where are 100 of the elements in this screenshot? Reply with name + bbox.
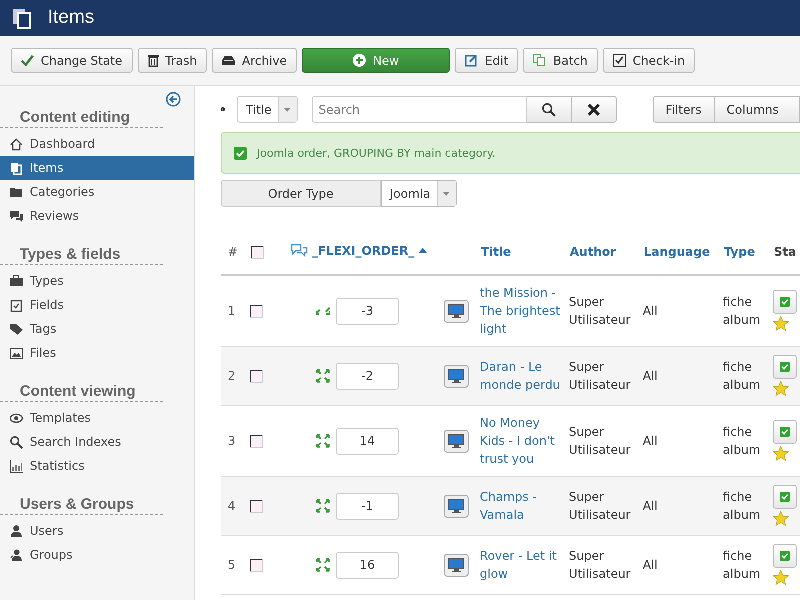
inbox-icon <box>222 56 236 65</box>
search-field[interactable]: Search <box>312 96 527 123</box>
search-button[interactable] <box>526 96 572 123</box>
sidebar-item[interactable]: Templates <box>0 406 194 430</box>
column-header[interactable]: Type <box>723 230 774 275</box>
star-icon[interactable] <box>773 511 790 527</box>
toolbar-button[interactable]: Change State <box>11 48 133 73</box>
move-icon[interactable] <box>316 499 330 513</box>
publish-toggle[interactable] <box>773 420 798 444</box>
row-number: 2 <box>221 346 250 406</box>
close-icon <box>588 104 600 116</box>
row-checkbox[interactable] <box>250 434 263 448</box>
folder-icon <box>10 186 23 198</box>
toolbar-button[interactable]: Check-in <box>602 48 696 73</box>
order-field[interactable]: -1 <box>336 492 399 520</box>
star-icon[interactable] <box>773 381 790 397</box>
toolbar-button[interactable]: Archive <box>212 48 298 73</box>
clear-button[interactable] <box>572 96 617 123</box>
monitor-icon[interactable] <box>444 300 469 322</box>
toolbar-button[interactable]: New <box>302 48 450 73</box>
checkbox-icon <box>780 425 790 439</box>
toolbar-button[interactable]: Trash <box>138 48 208 73</box>
row-checkbox[interactable] <box>250 500 263 512</box>
sidebar-item[interactable]: Search Indexes <box>0 430 194 454</box>
edit-icon <box>465 54 478 67</box>
filter-button[interactable]: Filters <box>652 96 715 123</box>
sidebar-item[interactable]: Categories <box>0 180 194 204</box>
row-checkbox[interactable] <box>250 304 263 318</box>
order-field[interactable]: 14 <box>336 428 399 454</box>
copy-icon <box>12 8 32 28</box>
sidebar-item[interactable]: Reviews <box>0 204 194 228</box>
checkmark-icon <box>21 55 34 66</box>
sidebar-heading: Content viewing <box>0 383 163 402</box>
sidebar-item[interactable]: Users <box>0 519 194 543</box>
order-field[interactable]: 16 <box>336 552 399 578</box>
type-cell: fiche album <box>723 476 774 536</box>
order-type-select[interactable]: Joomla <box>381 180 457 207</box>
monitor-icon[interactable] <box>444 494 469 518</box>
item-title-link[interactable]: Champs - Vamala <box>480 476 570 536</box>
order-column-header[interactable]: _FLEXI_ORDER_ <box>291 244 427 258</box>
sidebar-item[interactable]: Tags <box>0 317 194 341</box>
publish-toggle[interactable] <box>773 485 798 509</box>
arrows-icon[interactable] <box>316 307 330 315</box>
order-field[interactable]: -3 <box>336 298 399 324</box>
column-header[interactable]: Author <box>569 230 644 275</box>
chart-icon <box>10 460 23 472</box>
home-icon <box>10 138 23 150</box>
language-cell: All <box>643 476 724 536</box>
author-cell: Super Utilisateur <box>569 346 644 406</box>
column-header[interactable]: Sta <box>773 230 800 275</box>
column-header[interactable]: Language <box>643 230 724 275</box>
star-icon[interactable] <box>773 446 790 462</box>
users-icon <box>10 548 23 562</box>
checkbox-icon <box>780 295 790 309</box>
item-title-link[interactable]: Daran - Le monde perdu <box>480 346 570 406</box>
filter-button[interactable]: Columns <box>714 96 800 123</box>
plus-circle-icon <box>353 54 366 67</box>
row-checkbox[interactable] <box>250 370 263 382</box>
move-icon[interactable] <box>316 558 330 572</box>
sidebar-item[interactable]: Types <box>0 269 194 293</box>
sidebar-heading: Users & Groups <box>0 496 163 515</box>
clipboard-icon <box>10 298 23 312</box>
sidebar-item[interactable]: Groups <box>0 543 194 567</box>
sidebar-item[interactable]: Items <box>0 156 194 180</box>
select-all-checkbox[interactable] <box>251 246 264 258</box>
toolbar-button[interactable]: Batch <box>523 48 598 73</box>
copy-icon <box>533 54 546 67</box>
star-icon[interactable] <box>773 570 790 586</box>
move-icon[interactable] <box>316 434 330 448</box>
move-icon[interactable] <box>316 369 330 383</box>
sidebar-item[interactable]: Dashboard <box>0 132 194 156</box>
language-cell: All <box>643 346 724 406</box>
checkbox-icon <box>780 360 790 374</box>
sidebar-item[interactable]: Fields <box>0 293 194 317</box>
comments-icon <box>291 244 308 258</box>
monitor-icon[interactable] <box>444 430 469 452</box>
sidebar-item[interactable]: Statistics <box>0 454 194 478</box>
publish-toggle[interactable] <box>773 544 798 568</box>
toolbar-button[interactable]: Edit <box>455 48 518 73</box>
publish-toggle[interactable] <box>773 355 798 379</box>
checkbox-icon <box>612 54 626 67</box>
alert-text: Joomla order, GROUPING BY main category. <box>257 146 496 160</box>
monitor-icon[interactable] <box>444 364 469 388</box>
type-cell: fiche album <box>723 346 774 406</box>
star-icon[interactable] <box>773 316 790 332</box>
order-field[interactable]: -2 <box>336 362 399 390</box>
monitor-icon[interactable] <box>444 554 469 576</box>
sidebar-item[interactable]: Files <box>0 341 194 365</box>
row-checkbox[interactable] <box>250 558 263 572</box>
checkbox-icon <box>780 549 790 563</box>
publish-toggle[interactable] <box>773 290 798 314</box>
sidebar-heading: Content editing <box>0 109 163 128</box>
row-number: 4 <box>221 476 250 536</box>
search-in-select[interactable]: Title <box>237 96 298 123</box>
comments-icon <box>10 210 23 222</box>
item-title-link[interactable]: Rover - Let it glow <box>480 536 570 594</box>
column-header[interactable]: Title <box>480 230 570 275</box>
user-icon <box>10 524 23 538</box>
checkbox-icon <box>780 490 790 504</box>
language-cell: All <box>643 536 724 594</box>
